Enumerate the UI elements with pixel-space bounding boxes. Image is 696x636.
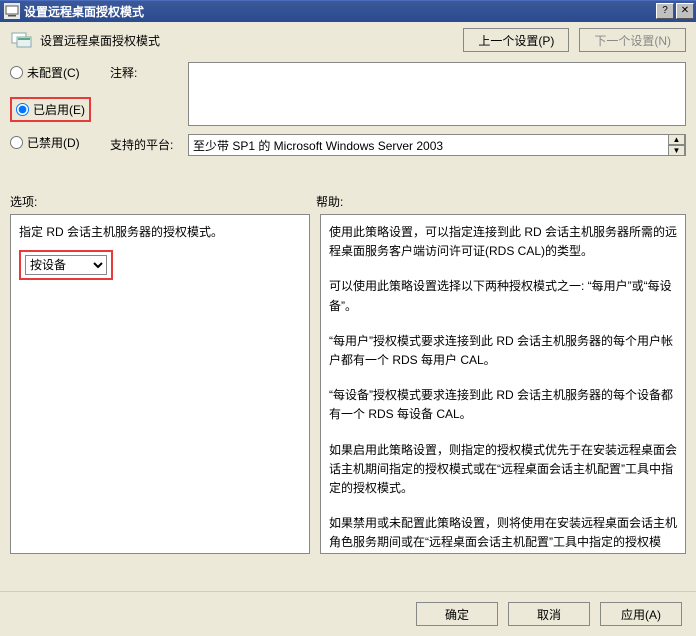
- platform-field: 至少带 SP1 的 Microsoft Windows Server 2003 …: [188, 134, 686, 156]
- platform-value: 至少带 SP1 的 Microsoft Windows Server 2003: [189, 137, 668, 154]
- options-section-label: 选项:: [10, 193, 316, 210]
- help-paragraph: “每用户”授权模式要求连接到此 RD 会话主机服务器的每个用户帐户都有一个 RD…: [329, 332, 677, 370]
- radio-not-configured-label[interactable]: 未配置(C): [27, 64, 80, 81]
- radio-enabled-label[interactable]: 已启用(E): [33, 101, 85, 118]
- help-paragraph: 如果禁用或未配置此策略设置，则将使用在安装远程桌面会话主机角色服务期间或在“远程…: [329, 514, 677, 554]
- license-mode-dropdown[interactable]: 按设备 按用户: [25, 255, 107, 275]
- radio-disabled[interactable]: [10, 136, 23, 149]
- help-pane: 使用此策略设置，可以指定连接到此 RD 会话主机服务器所需的远程桌面服务客户端访…: [320, 214, 686, 554]
- ok-button[interactable]: 确定: [416, 602, 498, 626]
- help-button[interactable]: ?: [656, 3, 674, 19]
- cancel-button[interactable]: 取消: [508, 602, 590, 626]
- window-title: 设置远程桌面授权模式: [24, 3, 654, 20]
- radio-not-configured[interactable]: [10, 66, 23, 79]
- platform-label: 支持的平台:: [110, 134, 188, 156]
- dialog-icon: [10, 29, 34, 51]
- close-button[interactable]: ✕: [676, 3, 694, 19]
- help-paragraph: 如果启用此策略设置，则指定的授权模式优先于在安装远程桌面会话主机期间指定的授权模…: [329, 441, 677, 499]
- radio-enabled[interactable]: [16, 103, 29, 116]
- comment-input[interactable]: [188, 62, 686, 126]
- options-pane: 指定 RD 会话主机服务器的授权模式。 按设备 按用户: [10, 214, 310, 554]
- help-paragraph: 可以使用此策略设置选择以下两种授权模式之一: “每用户”或“每设备”。: [329, 277, 677, 315]
- help-paragraph: 使用此策略设置，可以指定连接到此 RD 会话主机服务器所需的远程桌面服务客户端访…: [329, 223, 677, 261]
- radio-disabled-label[interactable]: 已禁用(D): [27, 134, 80, 151]
- help-section-label: 帮助:: [316, 193, 343, 210]
- apply-button[interactable]: 应用(A): [600, 602, 682, 626]
- dialog-title: 设置远程桌面授权模式: [40, 32, 463, 49]
- platform-scroll-down[interactable]: ▼: [668, 145, 685, 156]
- next-setting-button: 下一个设置(N): [579, 28, 686, 52]
- prev-setting-button[interactable]: 上一个设置(P): [463, 28, 569, 52]
- radio-group: 未配置(C) 已启用(E) 已禁用(D): [10, 62, 110, 167]
- title-bar: 设置远程桌面授权模式 ? ✕: [0, 0, 696, 22]
- app-icon: [4, 3, 20, 19]
- comment-label: 注释:: [110, 62, 188, 126]
- help-paragraph: “每设备”授权模式要求连接到此 RD 会话主机服务器的每个设备都有一个 RDS …: [329, 386, 677, 424]
- options-description: 指定 RD 会话主机服务器的授权模式。: [19, 223, 301, 242]
- dialog-footer: 确定 取消 应用(A): [0, 591, 696, 636]
- platform-scroll-up[interactable]: ▲: [668, 134, 685, 145]
